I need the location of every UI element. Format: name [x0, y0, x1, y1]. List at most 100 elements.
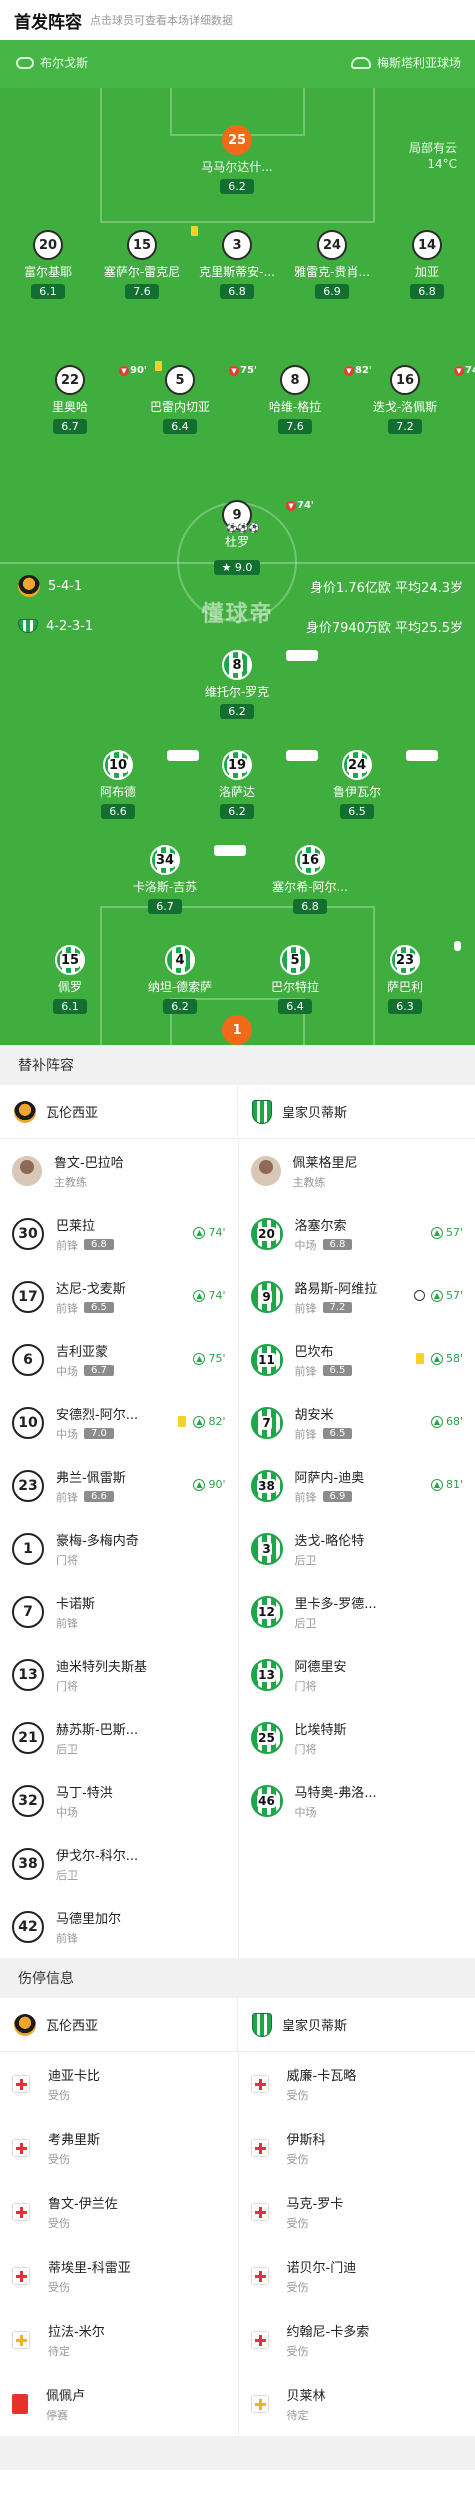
away-player-10[interactable]: 10 ▼ 68' 阿布德 6.6 [71, 750, 199, 819]
player-position: 门将 [294, 1742, 317, 1756]
sub-player-row[interactable]: 32 马丁-特洪 中场 [0, 1769, 238, 1832]
sub-player-row[interactable]: 7 卡诺斯 前锋 [0, 1580, 238, 1643]
shirt-number: 9 [250, 1280, 283, 1313]
sub-player-row[interactable]: 17 达尼-戈麦斯 前锋 6.5 ▲ 74' [0, 1265, 238, 1328]
player-name: 赫苏斯-巴斯... [56, 1722, 139, 1738]
injury-row[interactable]: 鲁文-伊兰佐 受伤 [0, 2180, 238, 2244]
injury-row[interactable]: 拉法-米尔 待定 [0, 2308, 238, 2372]
injury-row[interactable]: 马克-罗卡 受伤 [239, 2180, 475, 2244]
sub-player-row[interactable]: 12 里卡多-罗德... 后卫 [239, 1580, 475, 1643]
away-coach[interactable]: 佩莱格里尼 主教练 [239, 1139, 475, 1202]
away-player-19[interactable]: 19 ▼ 57' 洛萨达 6.2 [190, 750, 318, 819]
sub-player-row[interactable]: 10 安德烈-阿尔... 中场 7.0 ▲ 82' [0, 1391, 238, 1454]
player-name: 迭戈-洛佩斯 [372, 400, 438, 414]
home-player-9[interactable]: 9 ▼ 74' ⚽⚽⚽ 杜罗 ★ 9.0 [190, 500, 314, 575]
injury-row[interactable]: 伊斯科 受伤 [239, 2116, 475, 2180]
injury-row[interactable]: 迪亚卡比 受伤 [0, 2052, 238, 2116]
sub-player-row[interactable]: 6 吉利亚蒙 中场 6.7 ▲ 75' [0, 1328, 238, 1391]
home-player-8[interactable]: 8 ▼ 82' 哈维-格拉 7.6 [248, 365, 372, 434]
injury-status: 受伤 [286, 2153, 309, 2166]
injury-status: 待定 [48, 2345, 70, 2358]
player-name: 迭戈-略伦特 [294, 1533, 365, 1549]
injury-status: 受伤 [286, 2281, 309, 2294]
sub-player-row[interactable]: 38 伊戈尔-科尔... 后卫 [0, 1832, 238, 1895]
whistle-icon [16, 56, 34, 69]
sub-player-row[interactable]: 21 赫苏斯-巴斯... 后卫 [0, 1706, 238, 1769]
away-player-4[interactable]: 4 纳坦-德索萨 6.2 [133, 945, 227, 1014]
sub-player-row[interactable]: 25 比埃特斯 门将 [239, 1706, 475, 1769]
away-player-34[interactable]: 34 ▼ 57' 卡洛斯-吉苏 6.7 [118, 845, 246, 914]
player-name: 马克-罗卡 [286, 2197, 344, 2212]
shirt-number: 7 [12, 1595, 44, 1628]
away-player-24[interactable]: 24 ▼ 58' 鲁伊瓦尔 6.5 [310, 750, 438, 819]
shirt-number: 25 [250, 1721, 283, 1754]
away-team-info: 4-2-3-1 身价7940万欧 平均25.5岁 [18, 616, 463, 636]
player-position: 前锋 [56, 1490, 78, 1504]
shirt-number: 23 [12, 1469, 44, 1502]
sub-player-row[interactable]: 9 路易斯-阿维拉 前锋 7.2 ▲ 57' [239, 1265, 475, 1328]
shirt-number: 10 [12, 1406, 44, 1439]
sub-player-row[interactable]: 46 马特奥-弗洛... 中场 [239, 1769, 475, 1832]
betis-crest-icon [252, 2012, 272, 2037]
player-name: 约翰尼-卡多索 [286, 2325, 370, 2340]
player-name: 雅雷克-贵肖... [294, 265, 370, 279]
away-player-15[interactable]: 15 佩罗 6.1 [23, 945, 117, 1014]
sub-on-indicator: ▲ 74' [193, 1289, 226, 1302]
player-rating: 6.9 [315, 284, 349, 299]
sub-player-row[interactable]: 13 阿德里安 门将 [239, 1643, 475, 1706]
player-rating: 7.0 [84, 1428, 114, 1439]
away-player-8[interactable]: 8 ▼ 81' 维托尔-罗克 6.2 [190, 650, 318, 719]
home-player-15[interactable]: 15 塞萨尔-雷克尼 7.6 [95, 226, 198, 299]
injury-row[interactable]: 诺贝尔-门迪 受伤 [239, 2244, 475, 2308]
away-player-23[interactable]: 23 萨巴利 6.3 [358, 941, 461, 1014]
player-name: 洛萨达 [218, 785, 255, 799]
injury-row[interactable]: 威廉-卡瓦略 受伤 [239, 2052, 475, 2116]
shirt-number: 10 ▼ 68' [103, 750, 199, 780]
sub-player-row[interactable]: 20 洛塞尔索 中场 6.8 ▲ 57' [239, 1202, 475, 1265]
injury-cross-icon [250, 2331, 269, 2349]
injury-row[interactable]: 佩佩卢 停赛 [0, 2372, 238, 2436]
player-rating: 6.2 [220, 704, 254, 719]
player-name: 贝莱林 [286, 2389, 326, 2404]
sub-player-row[interactable]: 23 弗兰-佩雷斯 前锋 6.6 ▲ 90' [0, 1454, 238, 1517]
sub-player-row[interactable]: 30 巴莱拉 前锋 6.8 ▲ 74' [0, 1202, 238, 1265]
sub-player-row[interactable]: 11 巴坎布 前锋 6.5 ▲ 58' [239, 1328, 475, 1391]
away-player-1[interactable]: 1鲁伊-席尔瓦6.3 [190, 1015, 284, 1045]
home-player-3[interactable]: 3 克里斯蒂安-... 6.8 [190, 230, 284, 299]
sub-player-row[interactable]: 3 迭戈-略伦特 后卫 [239, 1517, 475, 1580]
injury-status: 受伤 [48, 2217, 70, 2230]
valencia-crest-icon [18, 575, 40, 597]
injury-row[interactable]: 约翰尼-卡多索 受伤 [239, 2308, 475, 2372]
home-player-22[interactable]: 22 ▼ 90' 里奥哈 6.7 [23, 365, 147, 434]
sub-player-row[interactable]: 13 迪米特列夫斯基 门将 [0, 1643, 238, 1706]
home-player-20[interactable]: 20 富尔基耶 6.1 [1, 230, 95, 299]
home-player-24[interactable]: 24 雅雷克-贵肖... 6.9 [285, 230, 379, 299]
sub-arrow-icon: ▲ [193, 1226, 206, 1239]
sub-player-row[interactable]: 42 马德里加尔 前锋 [0, 1895, 238, 1958]
away-player-16[interactable]: 16 塞尔希-阿尔... 6.8 [263, 845, 357, 914]
shirt-number: 17 [12, 1280, 44, 1313]
home-player-16[interactable]: 16▼74' 迭戈-洛佩斯 7.2 [358, 365, 475, 434]
home-player-25[interactable]: 25 马马尔达什... 6.2 [190, 125, 284, 194]
sub-arrow-icon: ▲ [193, 1289, 206, 1302]
injury-status: 待定 [286, 2409, 309, 2422]
sub-player-row[interactable]: 7 胡安米 前锋 6.5 ▲ 68' [239, 1391, 475, 1454]
injury-row[interactable]: 蒂埃里-科雷亚 受伤 [0, 2244, 238, 2308]
player-rating: 6.2 [163, 999, 197, 1014]
away-player-5[interactable]: 5 巴尔特拉 6.4 [248, 945, 342, 1014]
sub-player-row[interactable]: 38 阿萨内-迪奥 前锋 6.9 ▲ 81' [239, 1454, 475, 1517]
injury-row[interactable]: 贝莱林 待定 [239, 2372, 475, 2436]
injury-row[interactable]: 考弗里斯 受伤 [0, 2116, 238, 2180]
sub-player-row[interactable]: 1 豪梅-多梅内奇 门将 [0, 1517, 238, 1580]
player-rating: 6.7 [53, 419, 87, 434]
player-position: 前锋 [56, 1301, 78, 1315]
sub-on-indicator: ▲ 75' [193, 1352, 226, 1365]
injury-status: 受伤 [286, 2345, 309, 2358]
player-name: 吉利亚蒙 [56, 1344, 109, 1360]
home-coach[interactable]: 鲁文-巴拉哈 主教练 [0, 1139, 238, 1202]
home-player-14[interactable]: 14 加亚 6.8 [380, 230, 474, 299]
player-rating: 7.6 [278, 419, 312, 434]
home-player-5[interactable]: 5 ▼ 75' 巴雷内切亚 6.4 [133, 361, 257, 434]
player-position: 前锋 [56, 1931, 78, 1945]
player-position: 后卫 [294, 1616, 317, 1630]
